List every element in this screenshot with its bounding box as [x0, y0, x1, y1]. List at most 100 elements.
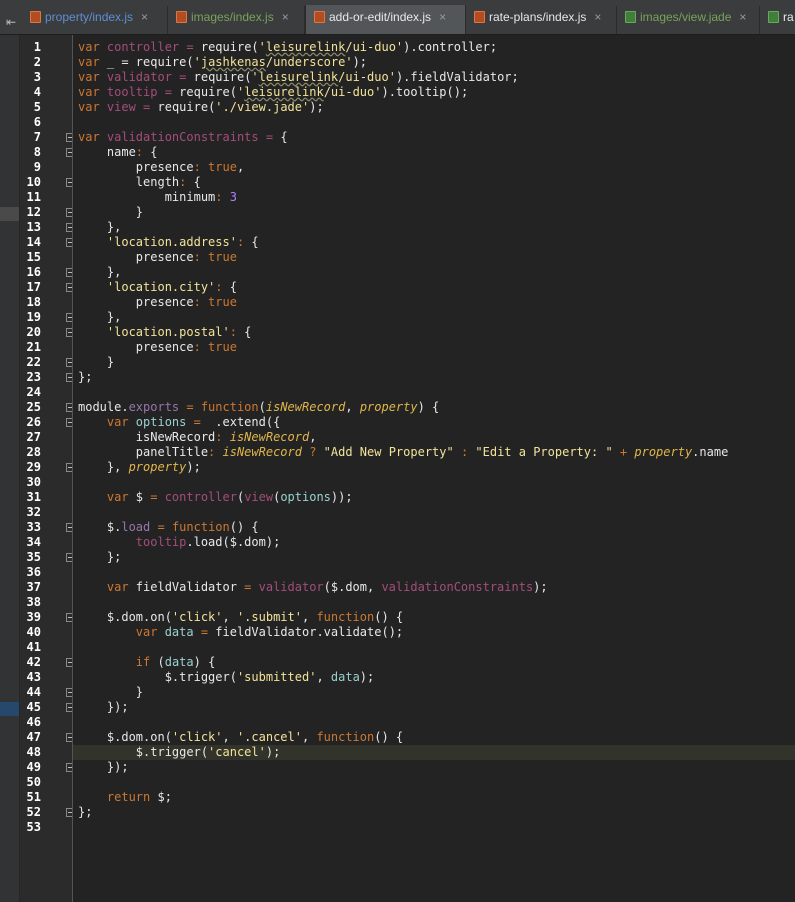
- code-line[interactable]: },: [78, 310, 121, 325]
- code-line[interactable]: minimum: 3: [78, 190, 237, 205]
- code-token: "Add New Property": [323, 445, 454, 459]
- code-line[interactable]: isNewRecord: isNewRecord,: [78, 430, 317, 445]
- code-token: =: [258, 130, 281, 144]
- code-token: :: [215, 190, 230, 204]
- code-token: 'click': [171, 610, 223, 624]
- code-token: : true: [193, 340, 237, 354]
- line-number: 33: [26, 520, 41, 534]
- code-line[interactable]: }, property);: [78, 460, 201, 475]
- line-number: 12: [26, 205, 41, 219]
- code-token: isNewRecord: [222, 445, 302, 459]
- code-line[interactable]: }: [78, 205, 143, 220]
- code-line[interactable]: name: {: [78, 145, 158, 160]
- code-line[interactable]: });: [78, 760, 129, 775]
- code-token: _ = require(: [106, 55, 194, 69]
- code-line[interactable]: $.dom.on('click', '.cancel', function() …: [78, 730, 403, 745]
- code-line[interactable]: }: [78, 685, 143, 700]
- code-line[interactable]: presence: true: [78, 295, 237, 310]
- code-line[interactable]: var _ = require('jashkenas/underscore');: [78, 55, 367, 70]
- code-editor[interactable]: var controller = require('leisurelink/ui…: [73, 35, 795, 902]
- code-token: property: [634, 445, 693, 459]
- code-token: });: [78, 700, 129, 714]
- code-token: presence: [78, 250, 194, 264]
- code-line[interactable]: module.exports = function(isNewRecord, p…: [78, 400, 439, 415]
- code-token: validationConstraints: [381, 580, 534, 594]
- code-token: var: [78, 415, 136, 429]
- code-token: controller: [106, 40, 180, 54]
- tab-5[interactable]: ra: [760, 6, 795, 34]
- code-line[interactable]: presence: true,: [78, 160, 244, 175]
- tab-2[interactable]: add-or-edit/index.js ×: [305, 5, 466, 34]
- code-line[interactable]: };: [78, 370, 92, 385]
- code-line[interactable]: var fieldValidator = validator($.dom, va…: [78, 580, 548, 595]
- code-line[interactable]: var tooltip = require('leisurelink/ui-du…: [78, 85, 468, 100]
- line-number: 8: [33, 145, 41, 159]
- code-line[interactable]: $.trigger('cancel');: [78, 745, 281, 760]
- line-number: 19: [26, 310, 41, 324]
- strip-marker-selected[interactable]: [0, 702, 19, 716]
- code-token: );: [309, 100, 324, 114]
- code-line[interactable]: },: [78, 220, 121, 235]
- code-line[interactable]: });: [78, 700, 129, 715]
- line-number: 10: [26, 175, 41, 189]
- code-line[interactable]: };: [78, 550, 121, 565]
- close-tab-icon[interactable]: ×: [594, 10, 601, 24]
- code-line[interactable]: var options = .extend({: [78, 415, 280, 430]
- code-line[interactable]: },: [78, 265, 121, 280]
- code-token: 'click': [171, 730, 223, 744]
- close-tab-icon[interactable]: ×: [739, 10, 746, 24]
- code-line[interactable]: var view = require('./view.jade');: [78, 100, 324, 115]
- code-token: 'submitted': [236, 670, 317, 684]
- code-token: data: [164, 655, 194, 669]
- code-token: ': [251, 70, 259, 84]
- close-tab-icon[interactable]: ×: [282, 10, 289, 24]
- code-line[interactable]: $.dom.on('click', '.submit', function() …: [78, 610, 403, 625]
- code-line[interactable]: }: [78, 355, 114, 370]
- code-line[interactable]: var $ = controller(view(options));: [78, 490, 353, 505]
- code-line[interactable]: var validator = require('leisurelink/ui-…: [78, 70, 519, 85]
- code-token: });: [78, 760, 129, 774]
- close-tab-icon[interactable]: ×: [439, 10, 446, 24]
- code-token: );: [186, 460, 201, 474]
- code-line[interactable]: 'location.city': {: [78, 280, 237, 295]
- code-line[interactable]: };: [78, 805, 92, 820]
- code-token: () {: [374, 730, 404, 744]
- tab-4[interactable]: images/view.jade ×: [617, 6, 760, 34]
- code-line[interactable]: $.trigger('submitted', data);: [78, 670, 375, 685]
- code-line[interactable]: panelTitle: isNewRecord ? "Add New Prope…: [78, 445, 729, 460]
- code-line[interactable]: return $;: [78, 790, 172, 805]
- code-line[interactable]: presence: true: [78, 250, 237, 265]
- line-number: 39: [26, 610, 41, 624]
- code-token: length: [78, 175, 180, 189]
- line-number: 15: [26, 250, 41, 264]
- code-line[interactable]: length: {: [78, 175, 201, 190]
- code-token: 'location.postal': [78, 325, 230, 339]
- code-line[interactable]: $.load = function() {: [78, 520, 259, 535]
- tab-scroll-left-icon[interactable]: ⇤: [0, 0, 22, 34]
- code-line[interactable]: var data = fieldValidator.validate();: [78, 625, 403, 640]
- code-line[interactable]: 'location.postal': {: [78, 325, 252, 340]
- code-token: require(: [193, 70, 252, 84]
- code-token: =: [171, 70, 194, 84]
- code-token: ));: [330, 490, 353, 504]
- code-token: ) {: [417, 400, 440, 414]
- tab-0[interactable]: property/index.js ×: [22, 6, 168, 34]
- jade-file-icon: [625, 11, 636, 23]
- code-token: ,: [301, 730, 317, 744]
- code-line[interactable]: var controller = require('leisurelink/ui…: [78, 40, 497, 55]
- tab-3[interactable]: rate-plans/index.js ×: [466, 6, 617, 34]
- code-token: validator: [258, 580, 324, 594]
- code-token: function: [316, 610, 375, 624]
- code-token: {: [280, 130, 288, 144]
- code-line[interactable]: tooltip.load($.dom);: [78, 535, 281, 550]
- tab-1[interactable]: images/index.js ×: [168, 6, 305, 34]
- close-tab-icon[interactable]: ×: [141, 10, 148, 24]
- line-number: 21: [26, 340, 41, 354]
- code-token: =: [179, 40, 201, 54]
- js-file-icon: [176, 11, 187, 23]
- code-line[interactable]: var validationConstraints = {: [78, 130, 288, 145]
- code-line[interactable]: 'location.address': {: [78, 235, 259, 250]
- code-token: );: [533, 580, 548, 594]
- code-line[interactable]: if (data) {: [78, 655, 216, 670]
- code-line[interactable]: presence: true: [78, 340, 237, 355]
